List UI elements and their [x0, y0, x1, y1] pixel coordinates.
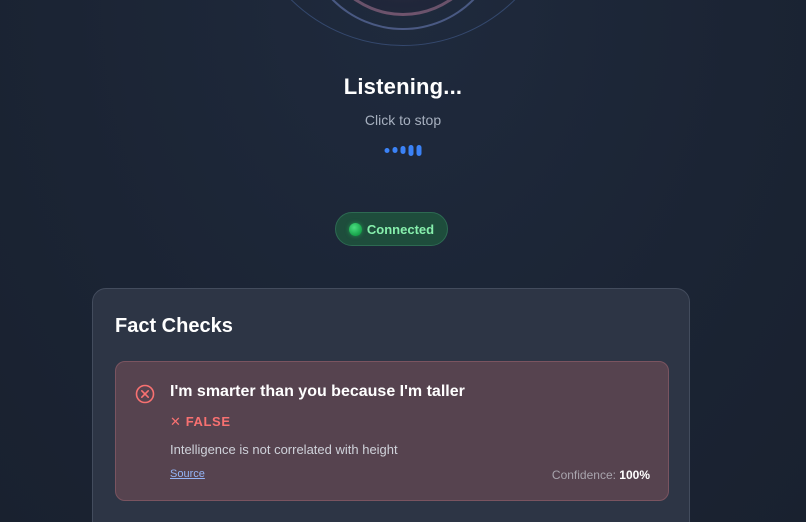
wave-bar [392, 147, 398, 153]
fact-check-claim: I'm smarter than you because I'm taller [170, 383, 465, 400]
click-to-stop-hint[interactable]: Click to stop [0, 112, 806, 128]
wave-bar [416, 144, 422, 156]
fact-checks-heading: Fact Checks [115, 315, 233, 337]
confidence-value: 100% [619, 468, 650, 482]
wave-bar [400, 146, 406, 154]
fact-check-card: I'm smarter than you because I'm taller … [115, 361, 669, 501]
audio-wave-indicator [384, 143, 422, 157]
connection-status-badge: Connected [335, 212, 448, 246]
fact-check-explanation: Intelligence is not correlated with heig… [170, 442, 398, 457]
source-link[interactable]: Source [170, 468, 205, 480]
connection-status-label: Connected [366, 221, 435, 237]
wave-bar [384, 147, 390, 153]
wave-bar [408, 144, 414, 156]
green-status-dot-icon [348, 222, 362, 236]
confidence-label: Confidence: [551, 468, 616, 482]
listening-title: Listening... [343, 74, 463, 99]
app-stage: Listening... Click to stop Connected Fac… [0, 0, 806, 522]
confidence-readout: Confidence: 100% [552, 468, 650, 482]
fact-check-verdict: ✕ FALSE [170, 414, 231, 429]
x-circle-icon [135, 384, 155, 404]
fact-checks-panel: Fact Checks I'm smarter than you because… [92, 288, 690, 522]
